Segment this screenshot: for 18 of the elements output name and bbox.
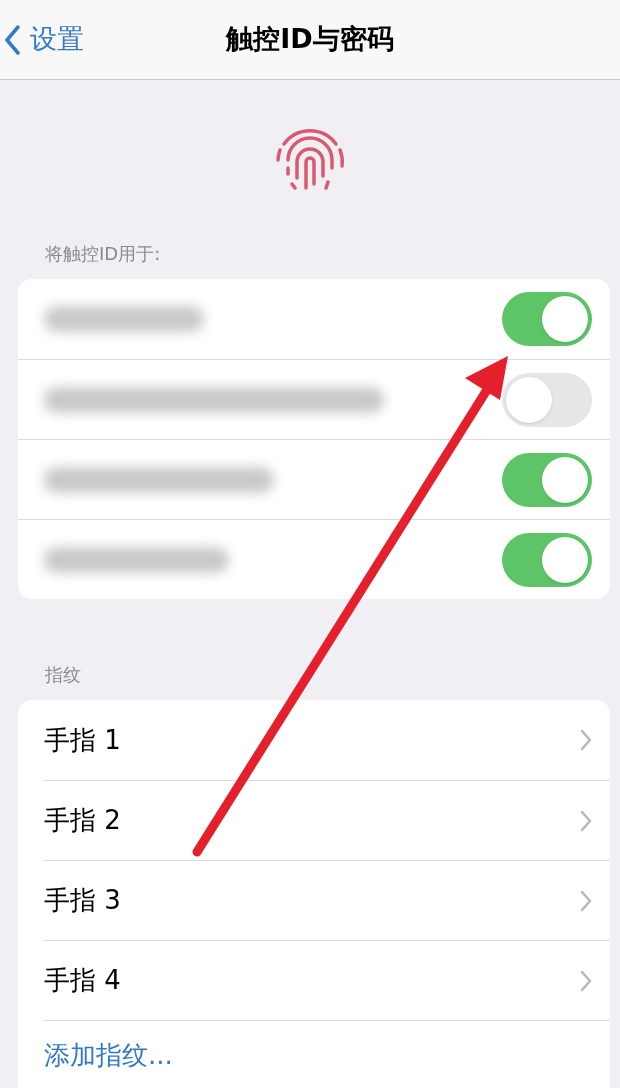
fingerprint-row[interactable]: 手指 3 [44,860,610,940]
fingerprint-row[interactable]: 手指 1 [44,700,610,780]
section-header: 指纹 [45,663,81,687]
chevron-right-icon [580,969,592,992]
toggle-switch[interactable] [502,452,592,507]
fingerprint-row[interactable]: 手指 4 [44,940,610,1020]
section-header: 将触控ID用于: [45,242,161,266]
toggle-switch[interactable] [502,292,592,346]
chevron-left-icon [4,24,20,55]
chevron-right-icon [580,809,592,832]
page-title: 触控ID与密码 [226,22,394,57]
toggle-switch[interactable] [502,532,592,587]
add-fingerprint-link[interactable]: 添加指纹... [44,1036,173,1075]
fingerprint-row[interactable]: 手指 2 [44,780,610,860]
toggle-switch[interactable] [502,372,592,427]
back-button[interactable]: 设置 [4,19,84,60]
chevron-right-icon [580,729,592,751]
chevron-right-icon [580,889,592,912]
